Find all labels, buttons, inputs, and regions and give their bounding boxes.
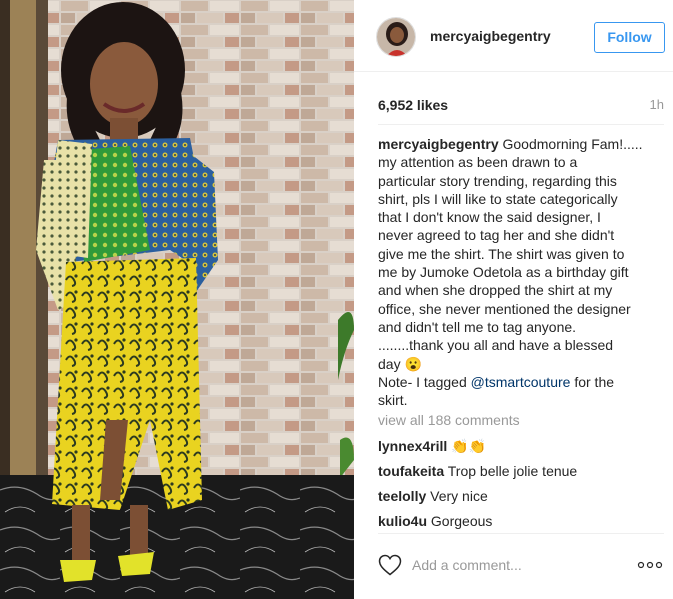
post-header: mercyaigbegentry Follow: [354, 0, 673, 72]
instagram-post: mercyaigbegentry Follow 6,952 likes 1h m…: [0, 0, 673, 599]
follow-button[interactable]: Follow: [594, 22, 665, 53]
caption-line: office, she never mentioned the designer: [378, 300, 631, 317]
caption-note-end: skirt.: [378, 392, 408, 409]
caption-line: that I don't know the said designer, I: [378, 209, 601, 226]
like-count[interactable]: 6,952 likes: [378, 97, 448, 113]
avatar[interactable]: [376, 17, 416, 57]
comment-item: teelolly Very nice: [378, 487, 668, 512]
caption-line: ........thank you all and have a blessed: [378, 337, 614, 354]
comment-text: Gorgeous: [430, 513, 493, 529]
caption-line: Goodmorning Fam!.....: [498, 136, 643, 152]
comment-username[interactable]: kulio4u: [378, 513, 427, 529]
comment-text: 👏👏: [451, 438, 487, 454]
caption-line: shirt, pls I will like to state categori…: [378, 190, 618, 207]
caption-line: and didn't tell me to tag anyone.: [378, 318, 577, 335]
comment-item: toufakeita Trop belle jolie tenue: [378, 462, 668, 487]
caption-line: never agreed to tag her and she didn't: [378, 227, 615, 244]
post-caption: mercyaigbegentry Goodmorning Fam!..... m…: [378, 135, 670, 409]
post-photo[interactable]: [0, 0, 354, 599]
caption-line: me by Jumoke Odetola as a birthday gift: [378, 264, 629, 281]
comment-username[interactable]: lynnex4rill: [378, 438, 447, 454]
caption-line: particular story trending, regarding thi…: [378, 172, 617, 189]
mention-link[interactable]: @tsmartcouture: [471, 374, 571, 390]
comment-username[interactable]: teelolly: [378, 488, 426, 504]
caption-username[interactable]: mercyaigbegentry: [378, 136, 499, 152]
heart-icon[interactable]: [378, 554, 402, 576]
more-options-icon[interactable]: [637, 558, 663, 572]
view-all-comments-link[interactable]: view all 188 comments: [378, 412, 520, 428]
comment-item: lynnex4rill 👏👏: [378, 437, 668, 462]
caption-note: Note- I tagged: [378, 373, 471, 390]
comment-text: Trop belle jolie tenue: [447, 463, 578, 479]
comment-username[interactable]: toufakeita: [378, 463, 444, 479]
divider: [378, 533, 664, 534]
comment-list: lynnex4rill 👏👏 toufakeita Trop belle jol…: [378, 437, 668, 537]
divider: [378, 124, 664, 125]
add-comment-input[interactable]: Add a comment...: [412, 557, 522, 573]
caption-note-suffix: for the: [570, 373, 615, 390]
caption-line: my attention as been drawn to a: [378, 154, 578, 171]
caption-line: give me the shirt. The shirt was given t…: [378, 245, 625, 262]
username-link[interactable]: mercyaigbegentry: [430, 28, 551, 44]
comment-text: Very nice: [430, 488, 488, 504]
post-sidebar: mercyaigbegentry Follow 6,952 likes 1h m…: [354, 0, 673, 599]
caption-line: day 😮: [378, 355, 422, 372]
caption-line: and when she dropped the shirt at my: [378, 282, 613, 299]
post-timestamp[interactable]: 1h: [650, 97, 664, 112]
